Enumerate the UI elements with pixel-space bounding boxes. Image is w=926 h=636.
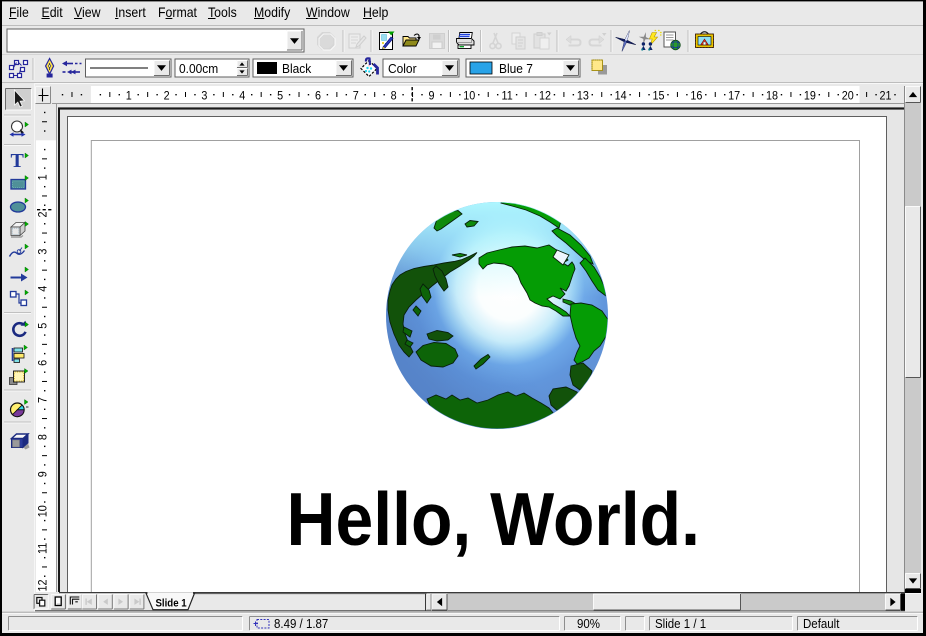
svg-text:11: 11 <box>502 90 513 103</box>
svg-text:Slide 1 / 1: Slide 1 / 1 <box>655 617 706 632</box>
svg-text:12: 12 <box>539 90 551 103</box>
svg-text:Format: Format <box>158 4 197 20</box>
svg-text:3: 3 <box>37 249 50 255</box>
svg-text:5: 5 <box>277 90 283 103</box>
svg-text:14: 14 <box>615 90 628 103</box>
svg-text:Slide 1: Slide 1 <box>156 597 187 610</box>
svg-text:8.49 / 1.87: 8.49 / 1.87 <box>274 617 329 632</box>
svg-text:4: 4 <box>239 90 246 103</box>
svg-text:Black: Black <box>282 62 312 77</box>
svg-text:15: 15 <box>652 90 664 103</box>
svg-text:19: 19 <box>804 90 816 103</box>
svg-text:12: 12 <box>37 579 50 591</box>
svg-text:Tools: Tools <box>208 4 237 20</box>
svg-text:File: File <box>9 4 29 20</box>
svg-text:T: T <box>11 150 25 172</box>
svg-text:Default: Default <box>803 617 840 632</box>
svg-text:Help: Help <box>363 4 388 20</box>
svg-text:Window: Window <box>306 4 350 20</box>
svg-text:Color: Color <box>388 62 417 77</box>
svg-text:10: 10 <box>37 505 50 517</box>
svg-text:3: 3 <box>201 90 207 103</box>
svg-text:21: 21 <box>880 90 892 103</box>
svg-text:9: 9 <box>37 471 50 477</box>
svg-text:0.00cm: 0.00cm <box>179 62 218 77</box>
svg-text:1: 1 <box>37 174 50 180</box>
svg-text:8: 8 <box>391 90 397 103</box>
svg-text:2: 2 <box>164 90 170 103</box>
svg-text:90%: 90% <box>577 617 600 632</box>
svg-text:2: 2 <box>37 211 50 217</box>
svg-text:8: 8 <box>37 434 50 440</box>
svg-text:6: 6 <box>37 360 50 366</box>
svg-text:10: 10 <box>463 90 475 103</box>
svg-text:13: 13 <box>577 90 589 103</box>
svg-text:Insert: Insert <box>115 4 146 20</box>
svg-text:16: 16 <box>690 90 702 103</box>
svg-text:20: 20 <box>842 90 854 103</box>
svg-text:18: 18 <box>766 90 778 103</box>
svg-text:Blue 7: Blue 7 <box>499 62 533 77</box>
svg-text:7: 7 <box>37 397 50 403</box>
svg-text:6: 6 <box>315 90 321 103</box>
svg-text:17: 17 <box>728 90 740 103</box>
svg-text:View: View <box>74 4 101 20</box>
svg-text:9: 9 <box>428 90 434 103</box>
svg-text:7: 7 <box>353 90 359 103</box>
svg-text:Edit: Edit <box>42 4 64 20</box>
svg-text:5: 5 <box>37 323 50 329</box>
svg-text:1: 1 <box>126 90 132 103</box>
svg-text:4: 4 <box>37 285 50 292</box>
svg-text:11: 11 <box>37 543 50 554</box>
svg-text:Modify: Modify <box>254 4 291 20</box>
svg-text:Hello, World.: Hello, World. <box>287 478 700 562</box>
